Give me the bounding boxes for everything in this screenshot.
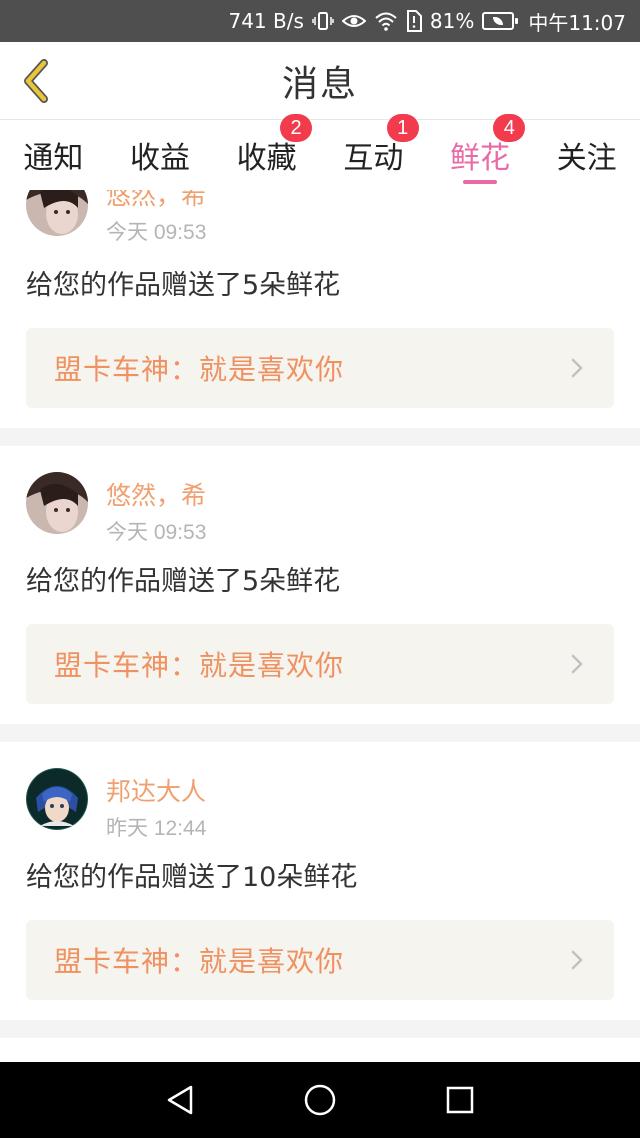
back-button[interactable]: [14, 56, 58, 106]
chevron-right-icon: [570, 949, 588, 971]
message-time: 昨天 12:44: [106, 817, 207, 840]
tab-earnings[interactable]: 收益: [107, 120, 214, 190]
work-title: 盟卡车神：就是喜欢你: [54, 649, 345, 682]
chevron-left-icon: [24, 59, 48, 103]
avatar[interactable]: [26, 472, 88, 534]
tab-flowers[interactable]: 鲜花 4: [427, 114, 534, 190]
work-title: 盟卡车神：就是喜欢你: [54, 945, 345, 978]
work-reference-link[interactable]: 盟卡车神：就是喜欢你: [26, 624, 614, 704]
gift-message: 给您的作品赠送了5朵鲜花: [26, 270, 341, 301]
recents-square-icon: [446, 1086, 474, 1114]
battery-percent: 81%: [429, 9, 475, 33]
message-card: 邦达大人 昨天 12:44 给您的作品赠送了10朵鲜花 盟卡车神：就是喜欢你: [0, 742, 640, 1020]
unread-badge: 1: [386, 114, 419, 142]
nav-recents-button[interactable]: [430, 1070, 490, 1130]
header: 消息: [0, 42, 640, 120]
sender-name[interactable]: 悠然，希: [106, 476, 206, 512]
message-card: [0, 1038, 640, 1062]
message-time: 今天 09:53: [106, 221, 207, 244]
unread-badge: 2: [280, 114, 313, 142]
active-tab-indicator: [463, 180, 498, 184]
sender-name[interactable]: 悠然，希: [106, 190, 206, 212]
status-bar: 741 B/s 81% 中午11:07: [0, 0, 640, 42]
tab-interaction[interactable]: 互动 1: [320, 114, 427, 190]
nav-back-button[interactable]: [150, 1070, 210, 1130]
work-reference-link[interactable]: 盟卡车神：就是喜欢你: [26, 920, 614, 1000]
system-nav-bar: [0, 1062, 640, 1138]
battery-icon: [482, 10, 519, 32]
tab-notice[interactable]: 通知: [0, 120, 107, 190]
back-triangle-icon: [167, 1085, 193, 1115]
work-reference-link[interactable]: 盟卡车神：就是喜欢你: [26, 328, 614, 408]
vibrate-icon: [312, 10, 334, 32]
tab-label: 收益: [130, 141, 190, 176]
message-card: 悠然，希 今天 09:53 给您的作品赠送了5朵鲜花 盟卡车神：就是喜欢你: [0, 190, 640, 428]
avatar[interactable]: [26, 768, 88, 830]
tab-bar: 通知 收益 收藏 2 互动 1 鲜花 4 关注: [0, 114, 640, 190]
tab-favorites[interactable]: 收藏 2: [213, 114, 320, 190]
gift-message: 给您的作品赠送了5朵鲜花: [26, 566, 341, 597]
sim-icon: [406, 10, 422, 32]
chevron-right-icon: [570, 653, 588, 675]
network-speed: 741 B/s: [228, 9, 304, 33]
tab-follow[interactable]: 关注: [533, 120, 640, 190]
wifi-icon: [374, 10, 398, 32]
eye-icon: [341, 10, 366, 32]
message-time: 今天 09:53: [106, 521, 207, 544]
flower-message-list[interactable]: 悠然，希 今天 09:53 给您的作品赠送了5朵鲜花 盟卡车神：就是喜欢你 悠然…: [0, 190, 640, 1062]
page-title: 消息: [281, 63, 358, 105]
gift-message: 给您的作品赠送了10朵鲜花: [26, 862, 358, 893]
tab-label: 关注: [556, 141, 617, 176]
sender-name[interactable]: 邦达大人: [106, 772, 206, 808]
nav-home-button[interactable]: [290, 1070, 350, 1130]
chevron-right-icon: [570, 357, 588, 379]
tab-label: 通知: [23, 141, 84, 176]
unread-badge: 4: [493, 114, 526, 142]
message-card: 悠然，希 今天 09:53 给您的作品赠送了5朵鲜花 盟卡车神：就是喜欢你: [0, 446, 640, 724]
avatar[interactable]: [26, 190, 88, 236]
clock: 中午11:07: [528, 10, 626, 35]
home-circle-icon: [304, 1084, 336, 1116]
work-title: 盟卡车神：就是喜欢你: [54, 353, 345, 386]
